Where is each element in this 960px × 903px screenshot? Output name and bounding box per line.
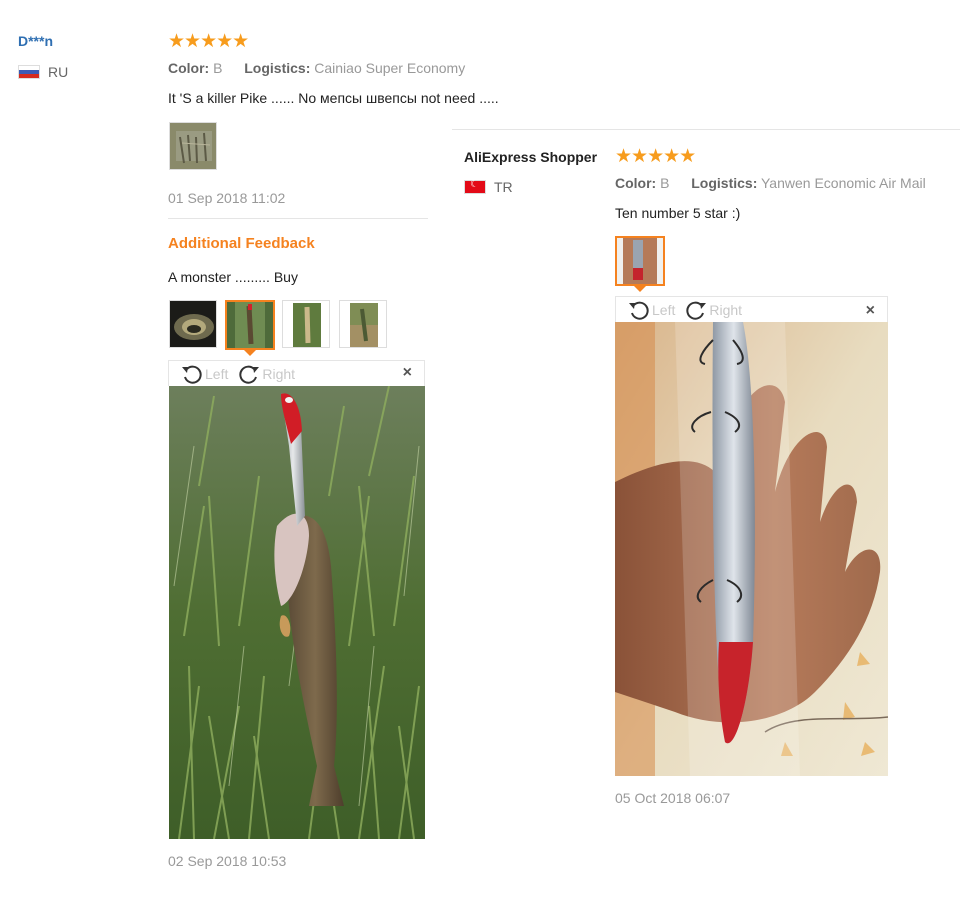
rotate-left-button[interactable]: Left — [181, 364, 228, 384]
review-photo-thumbnail[interactable] — [169, 122, 217, 170]
image-viewer-toolbar: Left Right × — [168, 360, 425, 386]
review-divider — [452, 129, 960, 130]
review-text: It 'S a killer Pike ...... No мепсы швеп… — [168, 90, 499, 106]
russia-flag-icon — [18, 65, 40, 79]
rotate-right-label: Right — [709, 301, 743, 318]
review-date: 05 Oct 2018 06:07 — [615, 790, 731, 806]
additional-feedback-date: 02 Sep 2018 10:53 — [168, 853, 287, 869]
image-viewer-toolbar: Left Right × — [615, 296, 888, 322]
logistics-label: Logistics: — [691, 175, 758, 191]
review-text: Ten number 5 star :) — [615, 205, 741, 221]
rotate-right-icon — [239, 365, 260, 384]
additional-feedback-title: Additional Feedback — [168, 235, 315, 252]
logistics-value: Cainiao Super Economy — [314, 60, 466, 76]
rotate-right-button[interactable]: Right — [685, 300, 742, 320]
country-code: TR — [494, 179, 513, 195]
order-info: Color: B Logistics: Yanwen Economic Air … — [615, 175, 926, 191]
feedback-photo-thumbnail[interactable] — [282, 300, 330, 348]
star-rating: ★★★★★ — [615, 146, 696, 167]
active-thumbnail-pointer — [244, 350, 256, 356]
order-info: Color: B Logistics: Cainiao Super Econom… — [168, 60, 465, 76]
reviewer-country: TR — [464, 179, 513, 195]
feedback-photo-thumbnail[interactable] — [169, 300, 217, 348]
review-photo-thumbnail-active[interactable] — [615, 236, 665, 286]
color-value: B — [660, 175, 670, 191]
color-label: Color: — [615, 175, 657, 191]
color-value: B — [213, 60, 223, 76]
rotate-right-button[interactable]: Right — [238, 364, 295, 384]
star-rating: ★★★★★ — [168, 31, 249, 52]
close-viewer-button[interactable]: × — [866, 302, 875, 320]
rotate-left-icon — [629, 301, 649, 320]
reviewer-country: RU — [18, 64, 68, 80]
close-viewer-button[interactable]: × — [403, 364, 412, 382]
rotate-left-label: Left — [652, 301, 676, 318]
additional-feedback-text: A monster ......... Buy — [168, 269, 298, 285]
feedback-photo-thumbnail-active[interactable] — [225, 300, 275, 350]
rotate-left-button[interactable]: Left — [628, 300, 675, 320]
enlarged-review-photo — [169, 386, 425, 839]
color-label: Color: — [168, 60, 210, 76]
rotate-left-label: Left — [205, 365, 229, 382]
turkey-flag-icon — [464, 179, 486, 194]
enlarged-review-photo — [615, 322, 888, 776]
rotate-right-icon — [686, 301, 707, 320]
review-date: 01 Sep 2018 11:02 — [168, 190, 286, 206]
reviewer-name[interactable]: D***n — [18, 33, 53, 49]
logistics-value: Yanwen Economic Air Mail — [761, 175, 926, 191]
feedback-photo-thumbnail[interactable] — [339, 300, 387, 348]
active-thumbnail-pointer — [634, 286, 646, 292]
rotate-right-label: Right — [262, 365, 296, 382]
logistics-label: Logistics: — [244, 60, 311, 76]
reviewer-name: AliExpress Shopper — [464, 149, 598, 165]
divider — [168, 218, 428, 219]
rotate-left-icon — [182, 365, 202, 384]
country-code: RU — [48, 64, 69, 80]
